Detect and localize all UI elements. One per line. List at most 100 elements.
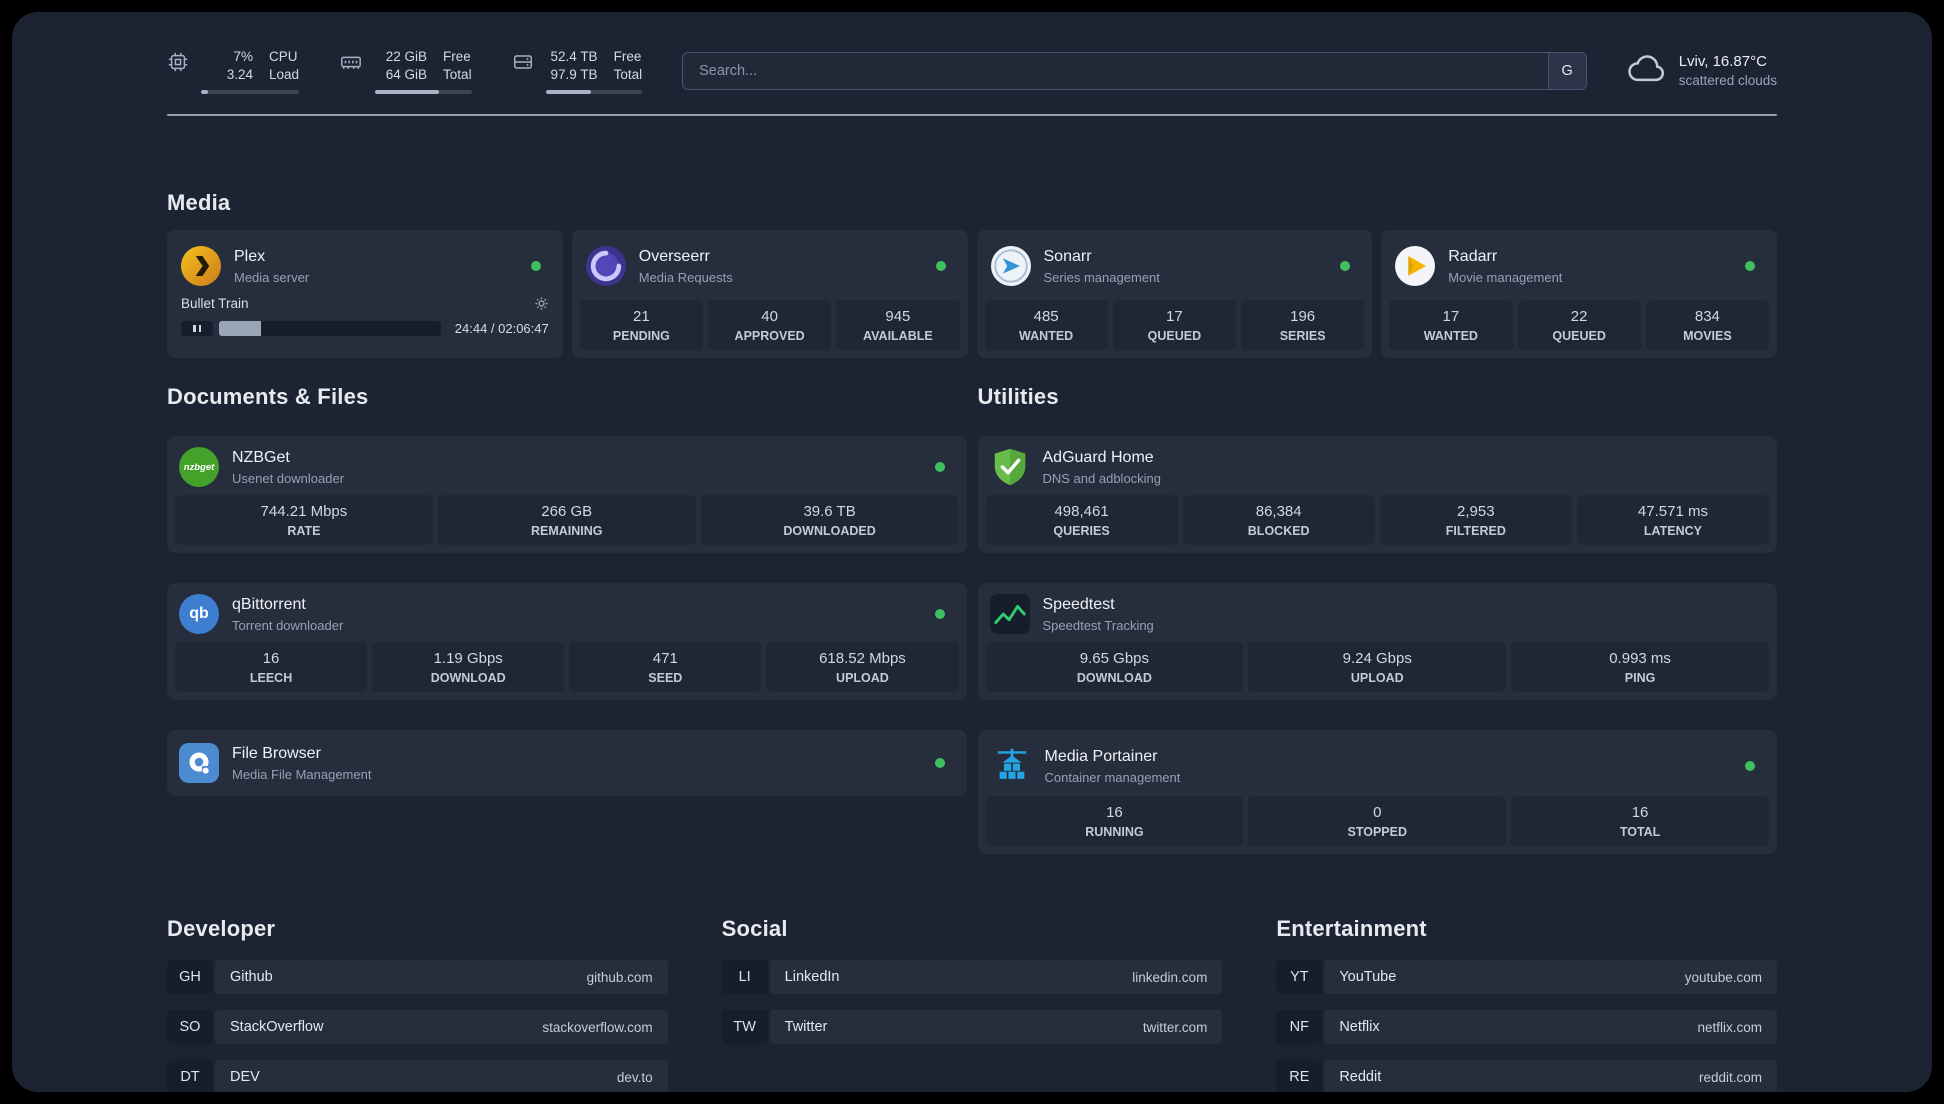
app-name: Speedtest [1042, 595, 1115, 613]
app-card-sonarr[interactable]: Sonarr Series management 485 WANTED 17 QUE… [976, 230, 1373, 358]
stat-tile: 40 APPROVED [708, 300, 832, 350]
disk-metric: 52.4 TB 97.9 TB Free Total [512, 48, 643, 94]
bookmark-name: Twitter [784, 1019, 828, 1035]
app-name: Sonarr [1043, 247, 1092, 265]
ram-total-value: 64 GiB [385, 67, 428, 82]
cpu-progress-bar [201, 90, 300, 94]
bookmark-name: YouTube [1339, 969, 1397, 985]
bookmark-abbr: NF [1276, 1010, 1323, 1044]
app-desc: Series management [1043, 269, 1160, 285]
plex-icon [181, 246, 221, 286]
bookmark-linkedin[interactable]: LI LinkedIn linkedin.com [721, 960, 1223, 994]
disk-progress-bar [545, 90, 643, 94]
bookmark-youtube[interactable]: YT YouTube youtube.com [1276, 960, 1777, 994]
bookmarks-entertainment: Entertainment YT YouTube youtube.com NF N… [1276, 916, 1777, 1092]
bookmark-name: Reddit [1339, 1069, 1382, 1085]
section-title-social: Social [721, 916, 788, 941]
stat-tile: 21 PENDING [579, 300, 703, 350]
bookmarks-social: Social LI LinkedIn linkedin.com TW Twitte… [721, 916, 1223, 1092]
app-card-adguard[interactable]: AdGuard Home DNS and adblocking 498,461 Q… [977, 436, 1777, 553]
search-box: G [682, 52, 1587, 90]
app-name: NZBGet [232, 448, 290, 466]
bookmark-dev[interactable]: DT DEV dev.to [167, 1060, 668, 1092]
cpu-icon [167, 51, 189, 78]
app-card-overseerr[interactable]: Overseerr Media Requests 21 PENDING 40 APP… [571, 230, 968, 358]
app-stats: 16 RUNNING 0 STOPPED 16 TOTAL [985, 796, 1770, 846]
stat-tile: 744.21 Mbps RATE [175, 495, 433, 545]
bookmark-url: reddit.com [1698, 1069, 1762, 1085]
cpu-usage-value: 7% [233, 49, 253, 64]
app-name: AdGuard Home [1042, 448, 1154, 466]
stat-tile: 9.24 Gbps UPLOAD [1248, 642, 1507, 692]
app-desc: Container management [1044, 769, 1181, 785]
playback-progress-bar[interactable] [219, 321, 441, 336]
search-input[interactable] [683, 53, 1548, 89]
bookmark-reddit[interactable]: RE Reddit reddit.com [1276, 1060, 1777, 1092]
ram-icon [339, 51, 363, 78]
app-card-qbittorrent[interactable]: qb qBittorrent Torrent downloader 16 LEEC… [167, 583, 967, 700]
bookmark-abbr: DT [167, 1060, 213, 1092]
app-desc: DNS and adblocking [1042, 470, 1162, 486]
bookmark-name: LinkedIn [784, 969, 840, 985]
app-stats: 21 PENDING 40 APPROVED 945 AVAILABLE [579, 300, 960, 350]
stat-tile: 17 WANTED [1389, 300, 1513, 350]
app-card-filebrowser[interactable]: File Browser Media File Management [167, 730, 967, 796]
section-title-utilities: Utilities [977, 384, 1059, 409]
media-grid: Plex Media server Bullet Train 24:44 / 0… [167, 230, 1777, 358]
bookmark-url: linkedin.com [1132, 969, 1208, 985]
status-dot-online [1745, 261, 1755, 271]
app-card-plex[interactable]: Plex Media server Bullet Train 24:44 / 0… [167, 230, 563, 358]
app-card-portainer[interactable]: Media Portainer Container management 16 R… [977, 730, 1777, 854]
status-dot-online [530, 261, 541, 271]
app-stats: 9.65 Gbps DOWNLOAD 9.24 Gbps UPLOAD 0.993 … [985, 642, 1770, 692]
app-desc: Torrent downloader [232, 617, 344, 633]
search-engine-button[interactable]: G [1547, 53, 1586, 89]
app-card-speedtest[interactable]: Speedtest Speedtest Tracking 9.65 Gbps DO… [977, 583, 1777, 700]
weather-widget: Lviv, 16.87°C scattered clouds [1627, 52, 1777, 90]
app-stats: 498,461 QUERIES 86,384 BLOCKED 2,953 FILTER… [985, 495, 1769, 545]
app-card-radarr[interactable]: Radarr Movie management 17 WANTED 22 QUEUE… [1381, 230, 1777, 358]
filebrowser-icon [179, 743, 219, 783]
dashboard: 7% 3.24 CPU Load 22 GiB 64 GiB Free Tota… [12, 12, 1932, 1092]
weather-condition: scattered clouds [1678, 73, 1777, 88]
player-progress-row: 24:44 / 02:06:47 [175, 321, 555, 340]
stat-tile: 2,953 FILTERED [1379, 495, 1572, 545]
now-playing-row: Bullet Train [175, 296, 555, 311]
bookmark-twitter[interactable]: TW Twitter twitter.com [721, 1010, 1223, 1044]
stat-tile: 86,384 BLOCKED [1182, 495, 1375, 545]
status-dot-online [934, 609, 945, 619]
ram-total-label: Total [443, 67, 472, 82]
disk-total-label: Total [613, 67, 643, 82]
now-playing-title: Bullet Train [181, 296, 249, 311]
app-name: Plex [234, 247, 266, 265]
app-card-nzbget[interactable]: nzbget NZBGet Usenet downloader 744.21 M… [167, 436, 967, 553]
app-stats: 485 WANTED 17 QUEUED 196 SERIES [984, 300, 1365, 350]
app-desc: Usenet downloader [232, 470, 345, 486]
disk-free-value: 52.4 TB [550, 49, 598, 64]
ram-free-value: 22 GiB [385, 49, 428, 64]
bookmarks-grid: Developer GH Github github.com SO StackOv… [167, 916, 1777, 1092]
documents-column: Documents & Files nzbget NZBGet Usenet d… [167, 384, 967, 796]
pause-button[interactable] [181, 321, 213, 336]
stat-tile: 16 LEECH [175, 642, 368, 692]
stat-tile: 17 QUEUED [1112, 300, 1236, 350]
ram-progress-bar [375, 90, 472, 94]
weather-location: Lviv, 16.87°C [1678, 53, 1767, 70]
playback-time: 24:44 / 02:06:47 [454, 321, 549, 336]
stat-tile: 39.6 TB DOWNLOADED [700, 495, 959, 545]
gear-icon[interactable] [534, 296, 549, 311]
disk-icon [512, 51, 534, 78]
bookmark-github[interactable]: GH Github github.com [167, 960, 668, 994]
app-name: Media Portainer [1044, 747, 1158, 765]
app-desc: Media server [234, 269, 310, 285]
cloud-icon [1627, 54, 1667, 89]
overseerr-icon [585, 246, 626, 286]
cpu-label: CPU [269, 49, 298, 64]
ram-metric: 22 GiB 64 GiB Free Total [339, 48, 472, 94]
app-name: File Browser [232, 744, 321, 762]
status-dot-online [934, 758, 945, 768]
bookmark-netflix[interactable]: NF Netflix netflix.com [1276, 1010, 1777, 1044]
bookmark-stackoverflow[interactable]: SO StackOverflow stackoverflow.com [167, 1010, 668, 1044]
bookmark-name: Netflix [1339, 1019, 1380, 1035]
bookmark-url: dev.to [616, 1069, 653, 1085]
